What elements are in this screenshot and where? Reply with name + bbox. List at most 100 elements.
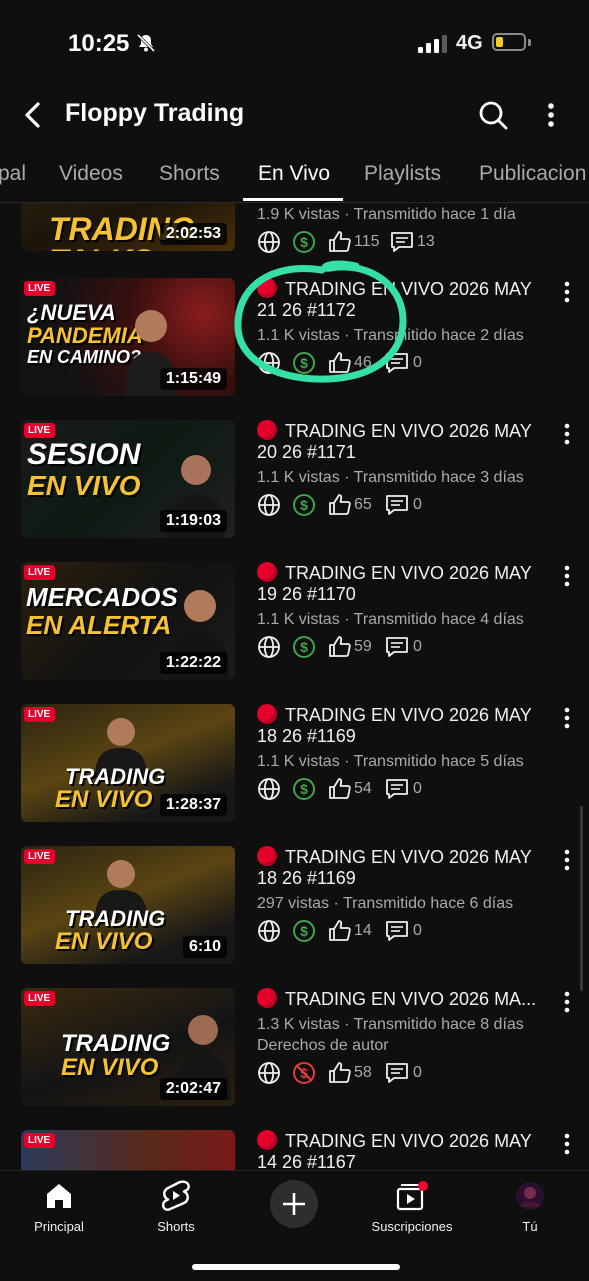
video-title[interactable]: TRADING EN VIVO 2026 MAY 18 26 #1169 — [257, 704, 549, 747]
globe-icon — [257, 919, 281, 943]
nav-you[interactable]: Tú — [480, 1179, 580, 1234]
scrollbar[interactable] — [580, 806, 583, 991]
svg-text:$: $ — [300, 781, 308, 797]
tab-playlists[interactable]: Playlists — [364, 162, 441, 186]
video-title[interactable]: TRADING EN VIVO 2026 MA... — [257, 988, 549, 1010]
video-title-text: TRADING EN VIVO 2026 MAY 14 26 #1167 — [257, 1131, 532, 1170]
live-red-dot-icon — [257, 704, 277, 724]
video-more-icon[interactable] — [560, 989, 574, 1015]
video-more-icon[interactable] — [560, 705, 574, 731]
video-thumbnail[interactable]: LIVE — [21, 1130, 235, 1170]
video-title-text: TRADING EN VIVO 2026 MAY 20 26 #1171 — [257, 421, 532, 462]
nav-label: Principal — [34, 1219, 84, 1234]
like-icon — [328, 230, 352, 254]
thumbnail-text: EN ALERTA — [26, 610, 172, 640]
channel-header: Floppy Trading — [0, 88, 589, 144]
home-icon — [9, 1179, 109, 1213]
video-title-text: TRADING EN VIVO 2026 MAY 18 26 #1169 — [257, 705, 532, 746]
tab-posts[interactable]: Publicacion — [479, 162, 586, 186]
video-more-icon[interactable] — [560, 847, 574, 873]
create-button[interactable] — [270, 1180, 318, 1228]
tab-home[interactable]: pal — [0, 162, 26, 186]
comment-icon — [385, 919, 409, 943]
video-title[interactable]: TRADING EN VIVO 2026 MAY 18 26 #1169 — [257, 846, 549, 889]
like-icon — [328, 777, 352, 801]
live-badge: LIVE — [24, 1133, 56, 1148]
monetization-icon: $ — [292, 493, 316, 517]
video-title[interactable]: TRADING EN VIVO 2026 MAY 20 26 #1171 — [257, 420, 549, 463]
nav-label: Shorts — [157, 1219, 195, 1234]
video-thumbnail[interactable]: TRADING TALKS 2:02:53 — [21, 203, 235, 251]
video-thumbnail[interactable]: LIVE TRADING EN VIVO 2:02:47 — [21, 988, 235, 1106]
home-indicator[interactable] — [192, 1264, 400, 1270]
like-count: 14 — [354, 922, 372, 939]
nav-home[interactable]: Principal — [9, 1179, 109, 1234]
more-options-icon[interactable] — [540, 98, 562, 132]
thumbnail-text: ¿NUEVA — [27, 300, 116, 325]
video-duration: 1:22:22 — [159, 652, 227, 674]
video-thumbnail[interactable]: LIVE MERCADOS EN ALERTA 1:22:22 — [21, 562, 235, 680]
silent-bell-icon — [136, 33, 156, 58]
subscriptions-icon — [362, 1179, 462, 1213]
comment-count: 13 — [417, 233, 435, 250]
video-thumbnail[interactable]: LIVE TRADING EN VIVO 6:10 — [21, 846, 235, 964]
nav-label: Tú — [522, 1219, 538, 1234]
search-icon[interactable] — [476, 98, 510, 132]
comment-icon — [390, 230, 414, 254]
live-badge: LIVE — [24, 281, 56, 296]
video-meta: 1.9 K vistas · Transmitido hace 1 día — [257, 206, 516, 223]
live-red-dot-icon — [257, 562, 277, 582]
video-more-icon[interactable] — [560, 1131, 574, 1157]
thumbnail-text: EN VIVO — [55, 928, 153, 955]
live-badge: LIVE — [24, 707, 56, 722]
demonetized-icon: $ — [292, 1061, 316, 1085]
video-more-icon[interactable] — [560, 563, 574, 589]
nav-subscriptions[interactable]: Suscripciones — [362, 1179, 462, 1234]
live-red-dot-icon — [257, 846, 277, 866]
video-duration: 2:02:47 — [159, 1078, 227, 1100]
like-icon — [328, 635, 352, 659]
comment-icon — [385, 635, 409, 659]
comment-icon — [385, 777, 409, 801]
like-count: 115 — [354, 233, 380, 250]
video-more-icon[interactable] — [560, 421, 574, 447]
video-title[interactable]: TRADING EN VIVO 2026 MAY 19 26 #1170 — [257, 562, 549, 605]
globe-icon — [257, 635, 281, 659]
video-meta: 1.1 K vistas · Transmitido hace 5 días — [257, 753, 524, 770]
video-thumbnail[interactable]: LIVE TRADING EN VIVO 1:28:37 — [21, 704, 235, 822]
tab-live[interactable]: En Vivo — [258, 162, 330, 186]
like-count: 58 — [354, 1064, 372, 1081]
video-duration: 1:28:37 — [159, 794, 227, 816]
globe-icon — [257, 777, 281, 801]
copyright-notice: Derechos de autor — [257, 1037, 389, 1054]
thumbnail-text: TRADING — [61, 1030, 171, 1057]
shorts-icon — [126, 1179, 226, 1213]
video-title[interactable]: TRADING EN VIVO 2026 MAY 14 26 #1167 — [257, 1130, 549, 1170]
thumbnail-text: MERCADOS — [26, 582, 178, 612]
status-bar: 10:25 4G — [0, 0, 589, 88]
monetization-icon: $ — [292, 635, 316, 659]
comment-count: 0 — [413, 638, 422, 655]
tab-videos[interactable]: Videos — [59, 162, 123, 186]
svg-text:$: $ — [300, 234, 308, 250]
live-badge: LIVE — [24, 423, 56, 438]
tab-shorts[interactable]: Shorts — [159, 162, 220, 186]
video-duration: 6:10 — [182, 936, 227, 958]
comment-count: 0 — [413, 922, 422, 939]
back-arrow-icon[interactable] — [18, 98, 48, 132]
video-title-text: TRADING EN VIVO 2026 MAY 18 26 #1169 — [257, 847, 532, 888]
globe-icon — [257, 1061, 281, 1085]
battery-cap — [528, 39, 531, 46]
thumbnail-text: EN VIVO — [61, 1054, 159, 1081]
monetization-icon: $ — [292, 777, 316, 801]
nav-shorts[interactable]: Shorts — [126, 1179, 226, 1234]
signal-icon — [418, 35, 448, 58]
video-thumbnail[interactable]: LIVE ¿NUEVA PANDEMIA EN CAMINO? 1:15:49 — [21, 278, 235, 396]
live-red-dot-icon — [257, 1130, 277, 1150]
channel-tabs: pal Videos Shorts En Vivo Playlists Publ… — [0, 150, 589, 203]
battery-icon — [492, 33, 526, 51]
create-icon — [283, 1193, 305, 1215]
video-title-text: TRADING EN VIVO 2026 MA... — [285, 989, 537, 1009]
video-thumbnail[interactable]: LIVE SESION EN VIVO 1:19:03 — [21, 420, 235, 538]
video-more-icon[interactable] — [560, 279, 574, 305]
